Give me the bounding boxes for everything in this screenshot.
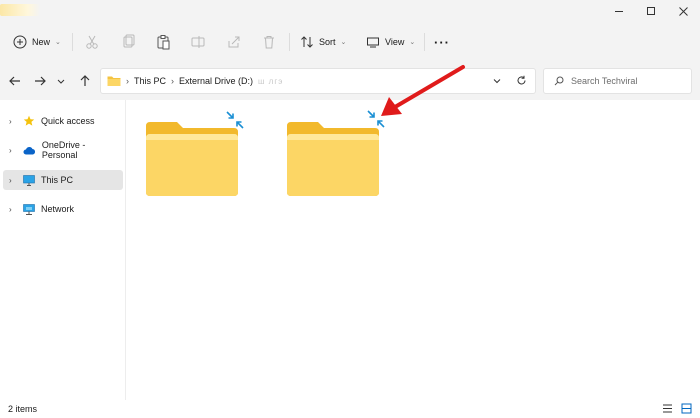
chevron-down-icon[interactable]	[492, 76, 502, 86]
recent-locations-chevron-icon[interactable]	[56, 74, 66, 88]
delete-icon[interactable]	[261, 34, 277, 50]
chevron-right-icon[interactable]: ›	[9, 146, 17, 155]
chevron-right-icon[interactable]: ›	[9, 205, 17, 214]
chevron-right-icon: ›	[126, 76, 129, 86]
sort-label: Sort	[319, 37, 336, 47]
close-icon	[678, 6, 688, 16]
cut-icon[interactable]	[84, 34, 100, 50]
refresh-icon[interactable]	[516, 75, 527, 86]
minimize-icon	[615, 10, 623, 12]
toolbar-divider	[424, 33, 425, 51]
monitor-icon	[23, 174, 35, 186]
more-options-button[interactable]: ···	[434, 31, 450, 53]
folder-icon	[107, 76, 121, 86]
chevron-right-icon[interactable]: ›	[9, 176, 17, 185]
star-icon	[23, 115, 35, 126]
address-row: › This PC › External Drive (D:) ш лгэ Se…	[0, 62, 700, 100]
copy-icon[interactable]	[120, 34, 136, 50]
navigation-pane: › Quick access › OneDrive - Personal › T…	[0, 100, 126, 400]
new-label: New	[32, 37, 51, 47]
sort-button[interactable]: Sort ⌄	[300, 31, 346, 53]
item-count: 2 items	[8, 404, 38, 414]
toolbar-divider	[72, 33, 73, 51]
back-arrow-icon[interactable]	[8, 74, 22, 88]
maximize-icon	[647, 7, 655, 15]
view-button[interactable]: View ⌄	[366, 31, 415, 53]
more-options-label: ···	[434, 34, 450, 50]
view-icon	[367, 37, 379, 48]
network-icon	[23, 203, 35, 215]
rename-icon[interactable]	[190, 34, 206, 50]
compressed-folder-icon[interactable]	[143, 118, 241, 200]
breadcrumb-external-drive[interactable]: External Drive (D:)	[179, 76, 253, 86]
chevron-down-icon: ⌄	[340, 39, 347, 46]
chevron-right-icon: ›	[171, 76, 175, 86]
red-arrow-annotation-icon	[381, 65, 465, 116]
plus-circle-icon	[13, 35, 27, 49]
large-icons-view-icon[interactable]	[681, 403, 692, 414]
file-list-area	[127, 100, 700, 400]
search-box[interactable]: Search Techviral	[543, 68, 692, 94]
status-bar: 2 items	[0, 400, 700, 418]
sidebar-item-label: This PC	[41, 175, 74, 185]
compressed-folder-icon[interactable]	[284, 118, 382, 200]
close-button[interactable]	[667, 0, 699, 22]
toolbar-divider	[289, 33, 290, 51]
window-title-blurred	[0, 4, 40, 16]
sidebar-item-label: OneDrive - Personal	[41, 140, 86, 160]
sidebar-item-this-pc[interactable]: › This PC	[3, 170, 123, 190]
search-icon	[554, 76, 564, 86]
cloud-icon	[23, 146, 35, 154]
details-view-icon[interactable]	[662, 403, 673, 414]
sidebar-item-label: Quick access	[41, 116, 95, 126]
sidebar-item-quick-access[interactable]: › Quick access	[3, 111, 123, 131]
sidebar-item-network[interactable]: › Network	[3, 199, 123, 219]
sidebar-item-label: Network	[41, 204, 75, 214]
search-placeholder: Search Techviral	[571, 76, 638, 86]
command-bar: New ⌄ Sort ⌄ View ⌄ ···	[0, 22, 700, 62]
title-bar	[0, 0, 700, 22]
sort-icon	[301, 36, 313, 48]
compress-arrows-icon	[226, 111, 244, 129]
share-icon[interactable]	[226, 34, 242, 50]
minimize-button[interactable]	[603, 0, 635, 22]
chevron-right-icon[interactable]: ›	[9, 117, 17, 126]
up-arrow-icon[interactable]	[78, 74, 92, 88]
chevron-down-icon: ⌄	[409, 39, 416, 46]
sidebar-item-onedrive[interactable]: › OneDrive - Personal	[3, 140, 123, 160]
paste-icon[interactable]	[155, 34, 171, 50]
breadcrumb-this-pc[interactable]: This PC	[134, 76, 166, 86]
new-button[interactable]: New ⌄	[13, 31, 61, 53]
forward-arrow-icon[interactable]	[33, 74, 47, 88]
view-label: View	[385, 37, 405, 47]
address-bar[interactable]: › This PC › External Drive (D:) ш лгэ	[100, 68, 536, 94]
maximize-button[interactable]	[635, 0, 667, 22]
breadcrumb-blurred-folder[interactable]: ш лгэ	[258, 77, 283, 86]
chevron-down-icon: ⌄	[55, 39, 61, 46]
